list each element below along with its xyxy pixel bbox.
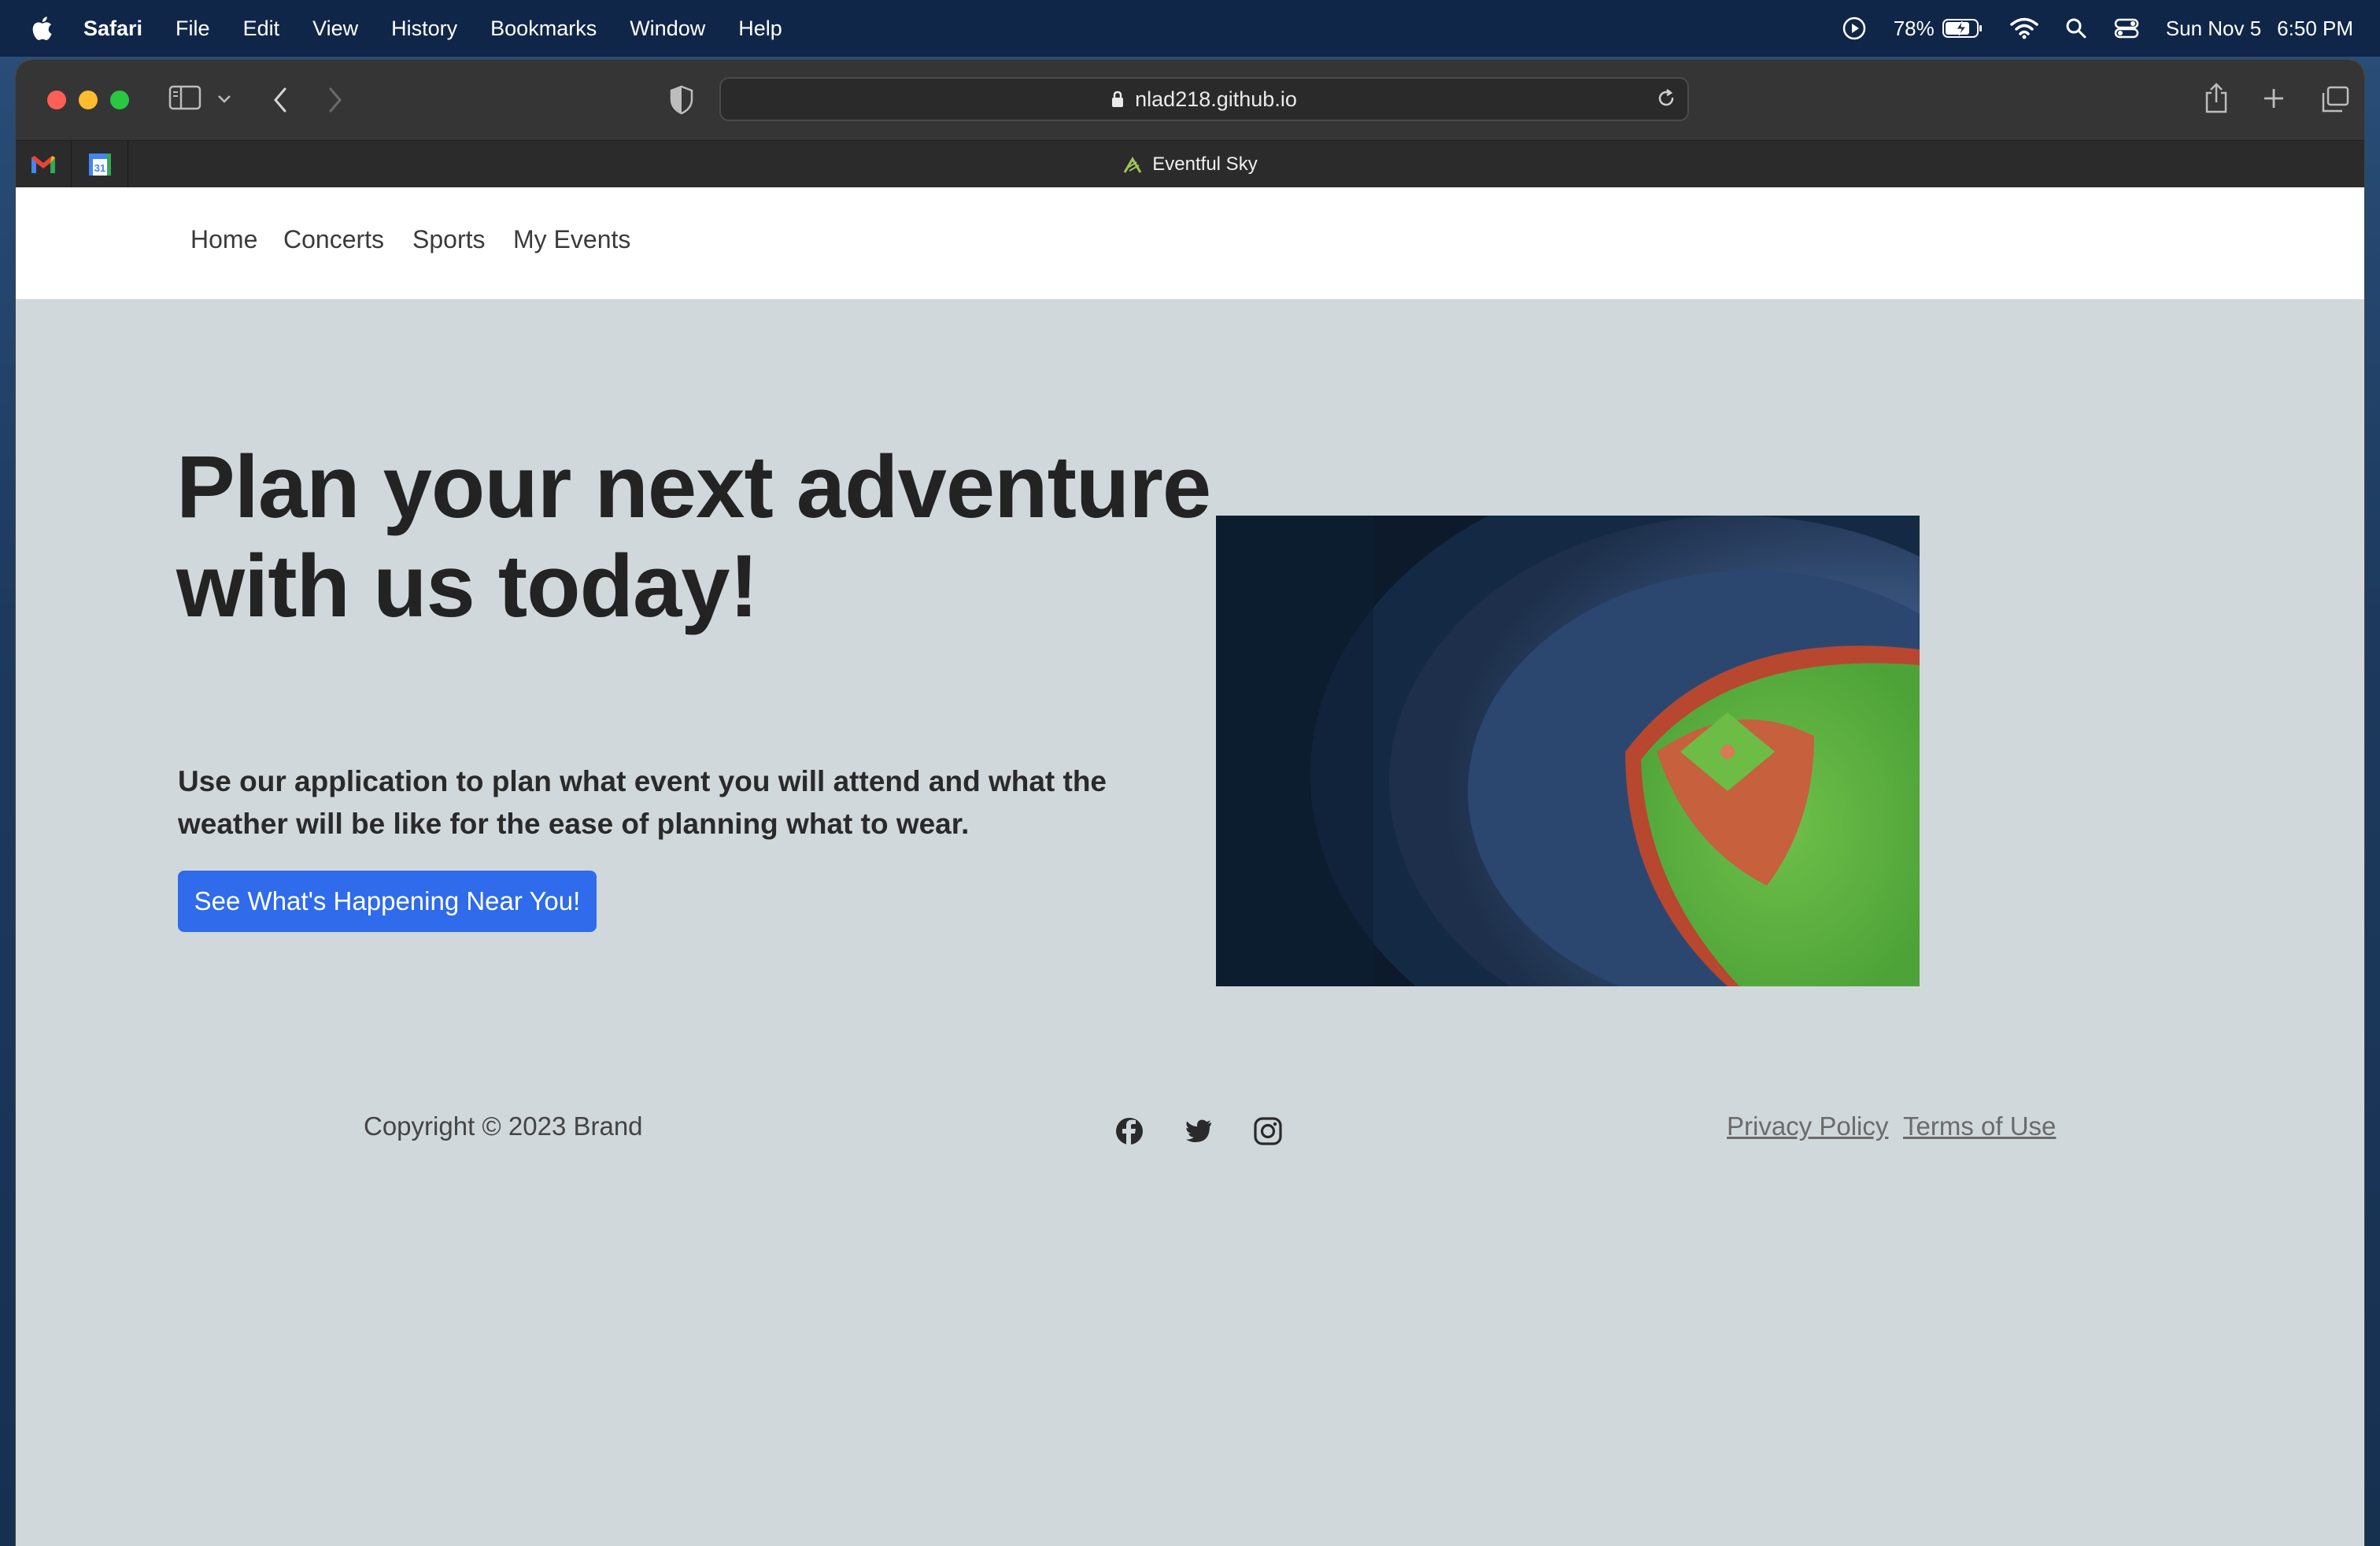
battery-charging-icon bbox=[1942, 19, 1982, 38]
now-playing-icon[interactable] bbox=[1842, 16, 1867, 41]
privacy-policy-link[interactable]: Privacy Policy bbox=[1727, 1111, 1888, 1141]
tab-title-text: Eventful Sky bbox=[1152, 153, 1258, 175]
nav-home[interactable]: Home bbox=[190, 225, 257, 254]
web-page: Home Concerts Sports My Events Plan your… bbox=[16, 187, 2364, 1546]
active-tab[interactable]: Eventful Sky bbox=[16, 141, 2364, 188]
facebook-icon[interactable] bbox=[1114, 1116, 1144, 1146]
nav-sports[interactable]: Sports bbox=[412, 225, 485, 254]
control-center-icon[interactable] bbox=[2114, 17, 2139, 39]
chevron-down-icon[interactable] bbox=[217, 94, 231, 104]
terms-of-use-link[interactable]: Terms of Use bbox=[1903, 1111, 2056, 1141]
menu-file[interactable]: File bbox=[176, 17, 210, 41]
forward-arrow-icon[interactable] bbox=[327, 87, 343, 113]
menu-edit[interactable]: Edit bbox=[243, 17, 280, 41]
sidebar-toggle-icon[interactable] bbox=[168, 83, 201, 112]
close-window-button[interactable] bbox=[47, 91, 66, 109]
hero-subtitle: Use our application to plan what event y… bbox=[178, 765, 1107, 840]
share-icon[interactable] bbox=[2204, 82, 2229, 115]
menu-history[interactable]: History bbox=[391, 17, 457, 41]
battery-status[interactable]: 78% bbox=[1894, 17, 1983, 41]
menu-help[interactable]: Help bbox=[738, 17, 782, 41]
eventful-sky-favicon bbox=[1124, 157, 1142, 173]
instagram-icon[interactable] bbox=[1253, 1116, 1283, 1146]
twitter-icon[interactable] bbox=[1184, 1116, 1214, 1146]
privacy-shield-icon[interactable] bbox=[669, 85, 694, 115]
browser-toolbar: nlad218.github.io bbox=[16, 60, 2364, 140]
nav-my-events[interactable]: My Events bbox=[513, 225, 630, 254]
menu-app-safari[interactable]: Safari bbox=[83, 17, 142, 41]
url-text: nlad218.github.io bbox=[1135, 87, 1297, 111]
spotlight-search-icon[interactable] bbox=[2065, 17, 2087, 39]
tab-bar: 31 Eventful Sky bbox=[16, 140, 2364, 188]
menubar-time[interactable]: 6:50 PM bbox=[2277, 17, 2353, 41]
menu-view[interactable]: View bbox=[312, 17, 358, 41]
zoom-window-button[interactable] bbox=[110, 91, 129, 109]
site-navbar: Home Concerts Sports My Events bbox=[16, 187, 2364, 299]
menu-bar: Safari File Edit View History Bookmarks … bbox=[0, 0, 2380, 57]
tab-overview-icon[interactable] bbox=[2320, 85, 2350, 113]
lock-icon bbox=[1112, 91, 1124, 107]
new-tab-icon[interactable] bbox=[2262, 87, 2286, 110]
back-arrow-icon[interactable] bbox=[272, 87, 288, 113]
hero-title: Plan your next adventure with us today! bbox=[176, 438, 1211, 635]
reload-icon[interactable] bbox=[1654, 87, 1678, 110]
see-happening-near-you-button[interactable]: See What's Happening Near You! bbox=[178, 871, 597, 932]
battery-percent: 78% bbox=[1893, 16, 1935, 40]
browser-window: nlad218.github.io 31 Eventful Sky Home C… bbox=[16, 60, 2364, 1546]
menu-window[interactable]: Window bbox=[630, 17, 705, 41]
address-bar[interactable]: nlad218.github.io bbox=[719, 77, 1689, 121]
menu-bookmarks[interactable]: Bookmarks bbox=[490, 17, 597, 41]
wifi-icon[interactable] bbox=[2010, 17, 2038, 39]
stadium-aerial-image bbox=[1216, 516, 1920, 986]
nav-concerts[interactable]: Concerts bbox=[283, 225, 384, 254]
menubar-date[interactable]: Sun Nov 5 bbox=[2166, 17, 2261, 41]
apple-icon[interactable] bbox=[28, 14, 54, 43]
minimize-window-button[interactable] bbox=[79, 91, 98, 109]
footer-copyright: Copyright © 2023 Brand bbox=[364, 1111, 643, 1141]
